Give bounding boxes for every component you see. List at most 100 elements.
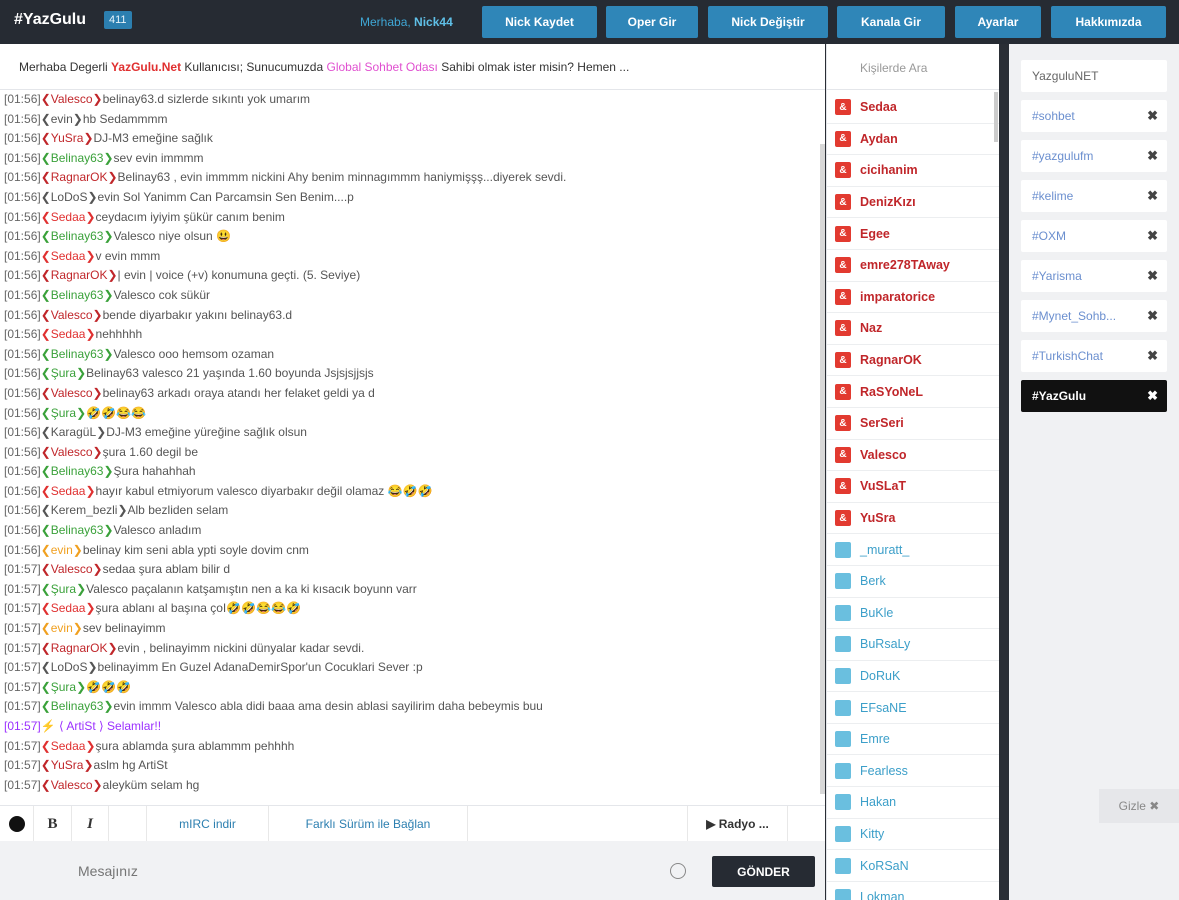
message-nick[interactable]: ❮evin❯ (41, 112, 83, 126)
message-nick[interactable]: ❮Belinay63❯ (41, 288, 114, 302)
message-nick[interactable]: ❮evin❯ (41, 621, 83, 635)
user-item[interactable]: EFsaNE (827, 692, 1000, 724)
message-nick[interactable]: ❮Valesco❯ (41, 308, 103, 322)
message-nick[interactable]: ❮RagnarOK❯ (41, 268, 118, 282)
user-item[interactable]: & RagnarOK (827, 345, 1000, 377)
room-tab[interactable]: #OXM ✖ (1021, 220, 1167, 252)
user-item[interactable]: Kitty (827, 819, 1000, 851)
user-item[interactable]: & RaSYoNeL (827, 376, 1000, 408)
user-item[interactable]: KoRSaN (827, 850, 1000, 882)
message-nick[interactable]: ❮YuSra❯ (41, 758, 94, 772)
message-nick[interactable]: ❮Sedaa❯ (41, 327, 96, 341)
alt-connect-link[interactable]: Farklı Sürüm ile Bağlan (269, 806, 468, 842)
message-nick[interactable]: ❮Şura❯ (41, 366, 86, 380)
user-item[interactable]: & cicihanim (827, 155, 1000, 187)
message-nick[interactable]: ❮Sedaa❯ (41, 739, 96, 753)
hide-button[interactable]: Gizle ✖ (1099, 789, 1179, 823)
room-tab-active[interactable]: #YazGulu ✖ (1021, 380, 1167, 412)
message-nick[interactable]: ❮Belinay63❯ (41, 523, 114, 537)
italic-button[interactable]: I (72, 806, 109, 842)
message-nick[interactable]: ❮Şura❯ (41, 680, 86, 694)
message-nick[interactable]: ❮Sedaa❯ (41, 484, 96, 498)
user-search-input[interactable]: Kişilerde Ara (827, 44, 1000, 90)
user-scrollbar[interactable] (994, 92, 998, 142)
room-tab[interactable]: #TurkishChat ✖ (1021, 340, 1167, 372)
message-nick[interactable]: ❮Valesco❯ (41, 562, 103, 576)
user-item[interactable]: DoRuK (827, 661, 1000, 693)
message-nick[interactable]: ❮Valesco❯ (41, 778, 103, 792)
message-nick[interactable]: ❮Belinay63❯ (41, 464, 114, 478)
message-nick[interactable]: ❮LoDoS❯ (41, 190, 98, 204)
user-item[interactable]: & emre278TAway (827, 250, 1000, 282)
user-item[interactable]: BuRsaLy (827, 629, 1000, 661)
room-tab[interactable]: #Yarisma ✖ (1021, 260, 1167, 292)
message-nick[interactable]: ❮Sedaa❯ (41, 249, 96, 263)
radio-button[interactable]: ▶ Radyo ... (688, 806, 788, 842)
room-tab[interactable]: #sohbet ✖ (1021, 100, 1167, 132)
room-tab[interactable]: #yazgulufm ✖ (1021, 140, 1167, 172)
user-item[interactable]: Fearless (827, 755, 1000, 788)
message-nick[interactable]: ❮Valesco❯ (41, 386, 103, 400)
bold-button[interactable]: B (34, 806, 72, 842)
user-item[interactable]: Lokman (827, 882, 1000, 900)
color-picker-button[interactable] (0, 806, 34, 842)
user-item[interactable]: & Egee (827, 218, 1000, 250)
close-icon[interactable]: ✖ (1147, 188, 1158, 204)
room-tab[interactable]: #Mynet_Sohb... ✖ (1021, 300, 1167, 332)
settings-button[interactable]: Ayarlar (955, 6, 1041, 38)
close-icon[interactable]: ✖ (1147, 268, 1158, 284)
oper-login-button[interactable]: Oper Gir (606, 6, 698, 38)
close-icon[interactable]: ✖ (1147, 308, 1158, 324)
user-item[interactable]: & Sedaa (827, 92, 1000, 124)
message-nick[interactable]: ❮Belinay63❯ (41, 347, 114, 361)
user-item[interactable]: & YuSra (827, 503, 1000, 535)
user-item[interactable]: & Valesco (827, 440, 1000, 472)
close-icon[interactable]: ✖ (1147, 148, 1158, 164)
user-item[interactable]: & DenizKızı (827, 187, 1000, 219)
message-nick[interactable]: ❮Sedaa❯ (41, 601, 96, 615)
message-nick[interactable]: ❮Belinay63❯ (41, 699, 114, 713)
message-time: [01:56] (4, 444, 41, 459)
message-nick[interactable]: ❮RagnarOK❯ (41, 641, 118, 655)
user-item[interactable]: & Naz (827, 313, 1000, 345)
message-nick[interactable]: ❮KaragüL❯ (41, 425, 106, 439)
send-button[interactable]: GÖNDER (712, 856, 815, 887)
message-nick[interactable]: ❮Belinay63❯ (41, 229, 114, 243)
close-icon[interactable]: ✖ (1147, 348, 1158, 364)
message-scrollbar[interactable] (820, 144, 825, 794)
nick-register-button[interactable]: Nick Kaydet (482, 6, 597, 38)
user-item[interactable]: _muratt_ (827, 534, 1000, 566)
close-icon[interactable]: ✖ (1147, 108, 1158, 124)
message-nick[interactable]: ❮Valesco❯ (41, 445, 103, 459)
emoji-icon[interactable] (670, 863, 686, 879)
close-icon[interactable]: ✖ (1147, 228, 1158, 244)
message-nick[interactable]: ❮Sedaa❯ (41, 210, 96, 224)
join-channel-button[interactable]: Kanala Gir (837, 6, 945, 38)
user-item[interactable]: Berk (827, 566, 1000, 598)
message-nick[interactable]: ❮evin❯ (41, 543, 83, 557)
message-input[interactable] (60, 851, 700, 891)
about-button[interactable]: Hakkımızda (1051, 6, 1166, 38)
user-item[interactable]: BuKle (827, 598, 1000, 630)
message-nick[interactable]: ❮LoDoS❯ (41, 660, 98, 674)
user-item[interactable]: Emre (827, 724, 1000, 756)
message-nick[interactable]: ❮RagnarOK❯ (41, 170, 118, 184)
change-nick-button[interactable]: Nick Değiştir (708, 6, 828, 38)
user-item[interactable]: & VuSLaT (827, 471, 1000, 503)
message-nick[interactable]: ❮Valesco❯ (41, 92, 103, 106)
message-nick[interactable]: ❮Kerem_bezli❯ (41, 503, 128, 517)
announce-room[interactable]: Global Sohbet Odası (326, 60, 437, 74)
message-nick[interactable]: ❮Belinay63❯ (41, 151, 114, 165)
user-item[interactable]: & SerSeri (827, 408, 1000, 440)
message-nick[interactable]: ❮Şura❯ (41, 406, 86, 420)
close-icon[interactable]: ✖ (1147, 388, 1158, 404)
user-item[interactable]: Hakan (827, 787, 1000, 819)
room-tab-home[interactable]: YazguluNET (1021, 60, 1167, 92)
message-nick[interactable]: ❮YuSra❯ (41, 131, 94, 145)
user-item[interactable]: & Aydan (827, 124, 1000, 156)
user-item[interactable]: & imparatorice (827, 282, 1000, 314)
mirc-download-link[interactable]: mIRC indir (147, 806, 269, 842)
message-nick[interactable]: ❮Şura❯ (41, 582, 86, 596)
announce-brand[interactable]: YazGulu.Net (111, 60, 181, 74)
room-tab[interactable]: #kelime ✖ (1021, 180, 1167, 212)
